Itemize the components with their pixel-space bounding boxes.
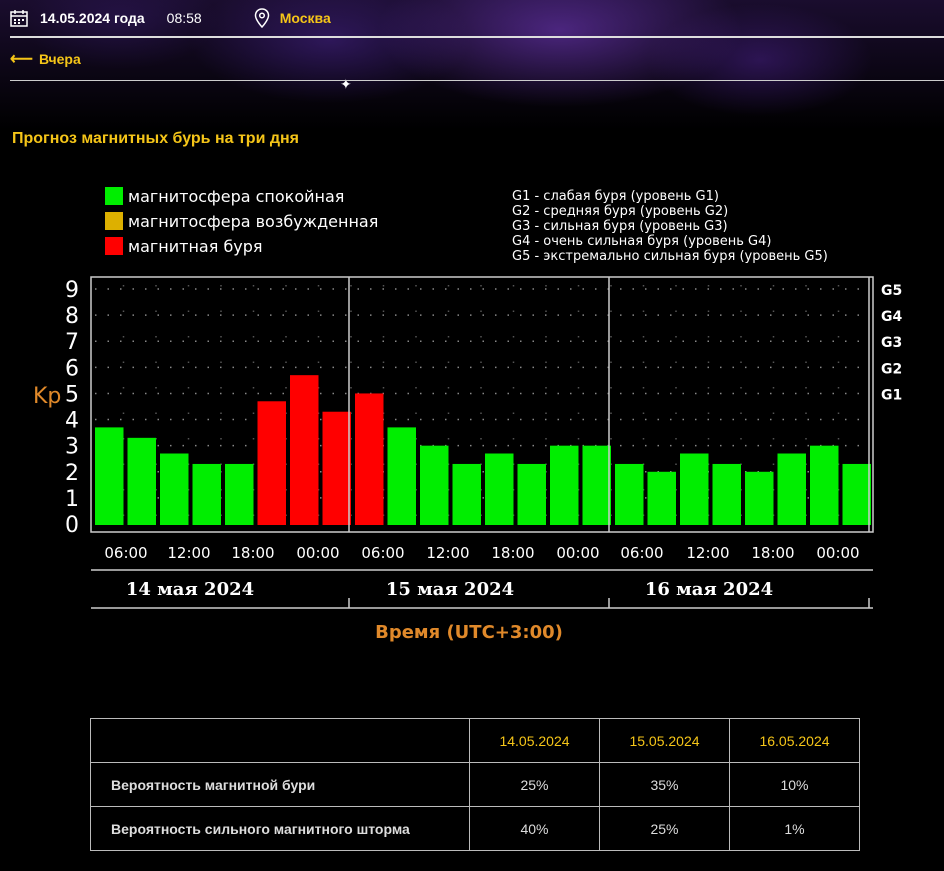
- kp-bar: [192, 463, 221, 525]
- table-cell: 10%: [729, 762, 860, 807]
- back-nav-row: ⟵ Вчера: [10, 38, 944, 81]
- kp-bar: [712, 463, 741, 525]
- kp-bar: [842, 463, 871, 525]
- back-link-yesterday[interactable]: ⟵ Вчера: [10, 49, 81, 69]
- table-cell: 35%: [599, 762, 730, 807]
- x-tick-label: 18:00: [231, 544, 274, 562]
- kp-bar: [257, 401, 286, 525]
- kp-bar: [355, 393, 384, 525]
- table-cell: 1%: [729, 806, 860, 851]
- day-label: 14 мая 2024: [126, 579, 254, 600]
- legend-label: магнитная буря: [128, 237, 263, 256]
- current-time: 08:58: [166, 10, 202, 26]
- table-header-cell: 15.05.2024: [599, 718, 730, 763]
- y-tick-label: 2: [65, 461, 79, 486]
- g-tick-label: G1: [881, 387, 902, 403]
- kp-bar: [95, 427, 124, 525]
- back-link-label: Вчера: [38, 51, 81, 67]
- y-tick-label: 8: [65, 304, 79, 329]
- row-label: Вероятность магнитной бури: [90, 762, 470, 807]
- x-tick-label: 18:00: [751, 544, 794, 562]
- table-header-cell: [90, 718, 470, 763]
- y-axis-title: Kp: [33, 384, 61, 409]
- kp-bar: [290, 375, 319, 525]
- kp-bar: [517, 463, 546, 525]
- table-header-row: 14.05.2024 15.05.2024 16.05.2024: [90, 718, 860, 763]
- table-row: Вероятность сильного магнитного шторма 4…: [90, 806, 860, 851]
- legend-label: магнитосфера спокойная: [128, 187, 344, 206]
- kp-bar: [420, 445, 449, 525]
- x-tick-label: 06:00: [620, 544, 663, 562]
- table-cell: 25%: [599, 806, 730, 851]
- g-legend-entry: G1 - слабая буря (уровень G1): [512, 189, 719, 204]
- y-tick-label: 9: [65, 278, 79, 303]
- y-tick-label: 4: [65, 409, 79, 434]
- arrow-left-icon: ⟵: [10, 51, 33, 68]
- y-tick-label: 1: [65, 487, 79, 512]
- kp-bar: [777, 453, 806, 525]
- x-tick-label: 12:00: [167, 544, 210, 562]
- kp-bar: [680, 453, 709, 525]
- x-tick-label: 12:00: [686, 544, 729, 562]
- x-tick-label: 00:00: [556, 544, 599, 562]
- x-tick-label: 06:00: [361, 544, 404, 562]
- kp-bar: [615, 463, 644, 525]
- y-tick-label: 6: [65, 356, 79, 381]
- kp-bar: [582, 445, 611, 525]
- g-legend-entry: G4 - очень сильная буря (уровень G4): [512, 234, 771, 249]
- g-legend-entry: G2 - средняя буря (уровень G2): [512, 204, 728, 219]
- city-selector[interactable]: Москва: [280, 10, 331, 26]
- kp-bar: [647, 471, 676, 525]
- legend-swatch: [105, 187, 123, 205]
- kp-bar: [550, 445, 579, 525]
- current-date: 14.05.2024 года: [40, 10, 145, 26]
- legend-label: магнитосфера возбужденная: [128, 212, 378, 231]
- top-bar: 14.05.2024 года 08:58 Москва: [10, 0, 944, 38]
- day-label: 15 мая 2024: [386, 579, 514, 600]
- x-tick-label: 18:00: [491, 544, 534, 562]
- kp-bar: [452, 463, 481, 525]
- kp-forecast-chart: магнитосфера спокойная магнитосфера возбу…: [33, 187, 902, 643]
- kp-bar: [322, 411, 351, 525]
- kp-bar: [127, 437, 156, 525]
- g-legend-entry: G3 - сильная буря (уровень G3): [512, 219, 728, 234]
- x-tick-label: 06:00: [104, 544, 147, 562]
- table-cell: 25%: [469, 762, 600, 807]
- kp-bar: [485, 453, 514, 525]
- legend-swatch: [105, 212, 123, 230]
- map-pin-icon: [254, 8, 269, 28]
- x-tick-label: 12:00: [426, 544, 469, 562]
- kp-bar: [745, 471, 774, 525]
- table-cell: 40%: [469, 806, 600, 851]
- y-tick-label: 3: [65, 435, 79, 460]
- g-tick-label: G3: [881, 335, 902, 351]
- g-tick-label: G2: [881, 361, 902, 377]
- legend-swatch: [105, 237, 123, 255]
- row-label: Вероятность сильного магнитного шторма: [90, 806, 470, 851]
- y-tick-label: 7: [65, 330, 79, 355]
- kp-bar: [810, 445, 839, 525]
- x-axis-title: Время (UTC+3:00): [375, 622, 563, 643]
- kp-bar: [387, 427, 416, 525]
- page-title: Прогноз магнитных бурь на три дня: [12, 130, 299, 147]
- y-tick-label: 0: [65, 513, 79, 538]
- g-tick-label: G4: [881, 309, 902, 325]
- y-tick-label: 5: [65, 382, 79, 407]
- kp-bar: [160, 453, 189, 525]
- storm-probability-table: 14.05.2024 15.05.2024 16.05.2024 Вероятн…: [90, 718, 860, 851]
- day-label: 16 мая 2024: [645, 579, 773, 600]
- table-header-cell: 16.05.2024: [729, 718, 860, 763]
- table-row: Вероятность магнитной бури 25% 35% 10%: [90, 762, 860, 807]
- g-legend-entry: G5 - экстремально сильная буря (уровень …: [512, 249, 828, 264]
- x-tick-label: 00:00: [816, 544, 859, 562]
- table-header-cell: 14.05.2024: [469, 718, 600, 763]
- x-tick-label: 00:00: [296, 544, 339, 562]
- kp-bar: [225, 463, 254, 525]
- calendar-icon: [10, 10, 28, 27]
- g-tick-label: G5: [881, 283, 902, 299]
